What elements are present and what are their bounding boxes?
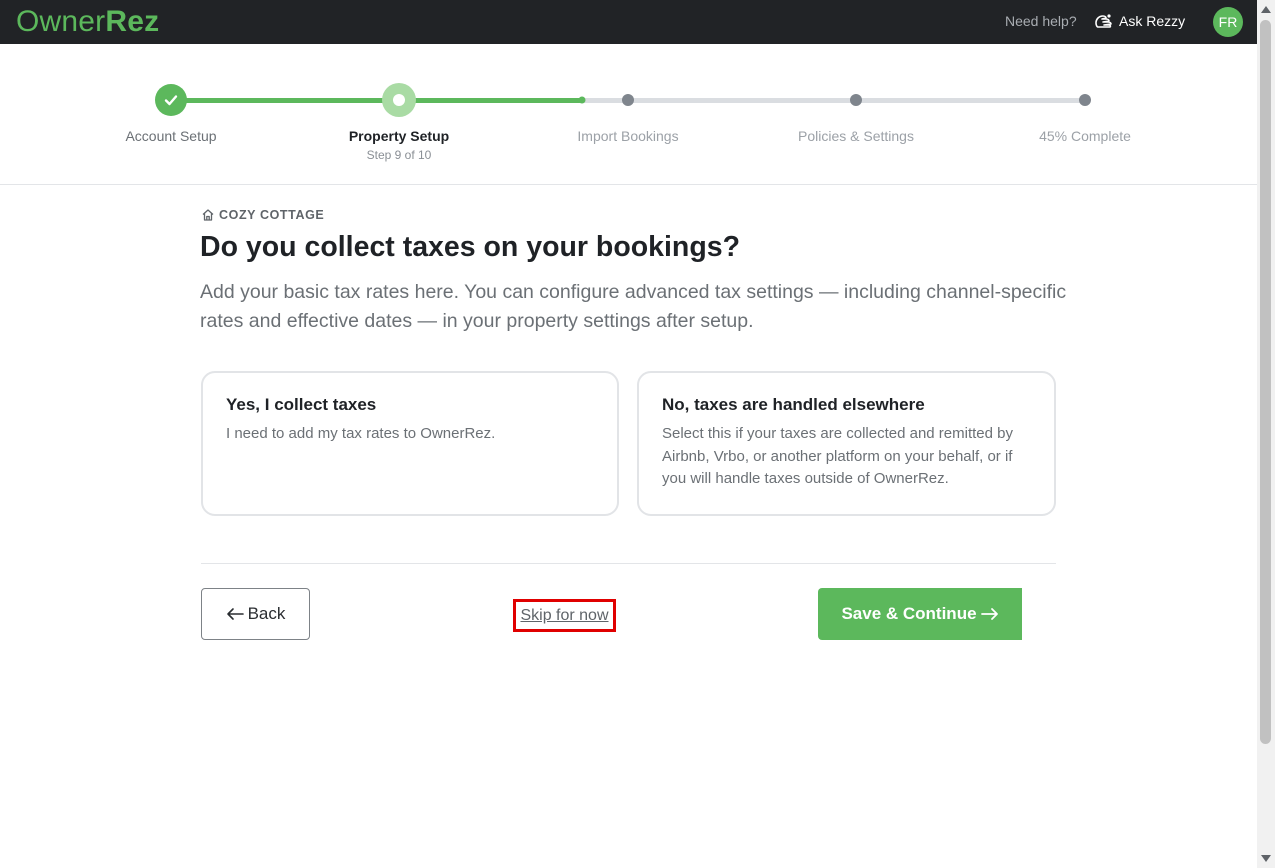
arrow-left-icon [226,608,244,620]
ownerrez-logo[interactable]: OwnerRez [16,4,159,40]
option-card-collect-taxes[interactable]: Yes, I collect taxes I need to add my ta… [201,371,619,516]
ask-rezzy-label: Ask Rezzy [1119,13,1186,29]
save-continue-label: Save & Continue [841,604,977,623]
step-label-policies-settings: Policies & Settings [798,128,914,144]
home-icon [202,209,214,221]
option-desc-collect-taxes: I need to add my tax rates to OwnerRez. [226,425,496,442]
property-name-label: COZY COTTAGE [201,208,324,222]
scroll-down-arrow-icon[interactable] [1261,855,1271,862]
back-button-label: Back [247,604,286,623]
helper-hand-icon [1095,14,1112,28]
user-avatar[interactable]: FR [1213,7,1243,37]
arrow-right-icon [980,608,998,620]
top-bar: OwnerRez Need help? Ask Rezzy FR [0,0,1257,44]
footer-divider [201,563,1056,564]
checkmark-icon [164,95,178,106]
step-label-property-setup: Property Setup [348,128,450,144]
step-counter: Step 9 of 10 [366,148,432,162]
need-help-link[interactable]: Need help? [1005,13,1077,29]
option-title-taxes-elsewhere: No, taxes are handled elsewhere [662,395,925,414]
step-label-import-bookings: Import Bookings [577,128,679,144]
progress-track-fill [171,98,582,103]
page-scrollbar[interactable] [1257,0,1275,868]
property-name-text: COZY COTTAGE [219,208,325,222]
page-description: Add your basic tax rates here. You can c… [200,281,1067,332]
current-step-dot [393,94,405,106]
skip-for-now-link[interactable]: Skip for now [513,599,616,632]
step-label-account-setup: Account Setup [125,128,217,144]
step-property-setup-current-node [382,83,416,117]
step-account-setup-complete-node [155,84,187,116]
save-continue-button[interactable]: Save & Continue [818,588,1022,640]
step-complete-node [1079,94,1091,106]
back-button[interactable]: Back [201,588,310,640]
option-desc-taxes-elsewhere: Select this if your taxes are collected … [662,425,1014,487]
scroll-up-arrow-icon[interactable] [1261,6,1271,13]
step-policies-settings-node [850,94,862,106]
progress-fill-end [578,96,586,104]
option-card-taxes-elsewhere[interactable]: No, taxes are handled elsewhere Select t… [637,371,1056,516]
page-title: Do you collect taxes on your bookings? [200,231,740,263]
setup-progress-stepper: Account Setup Property Setup Step 9 of 1… [0,44,1257,185]
logo-text-rez: Rez [105,5,160,38]
step-import-bookings-node [622,94,634,106]
scroll-thumb[interactable] [1260,20,1271,744]
logo-text-owner: Owner [16,5,106,38]
ask-rezzy-button[interactable]: Ask Rezzy [1094,11,1185,31]
step-label-percent-complete: 45% Complete [1039,128,1131,144]
option-title-collect-taxes: Yes, I collect taxes [226,395,377,414]
